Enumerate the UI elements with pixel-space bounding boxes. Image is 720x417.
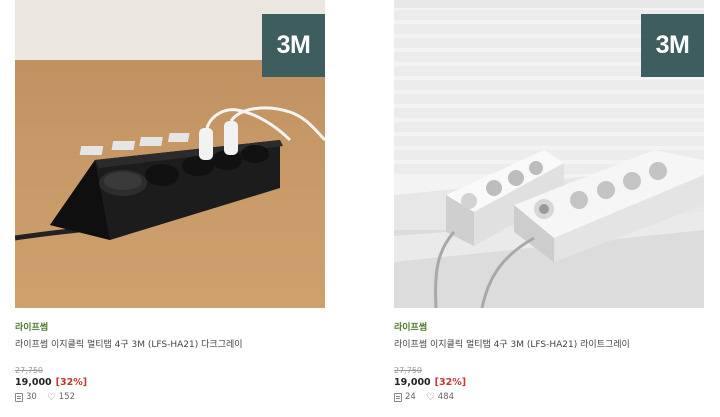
product-name[interactable]: 라이프썸 이지클릭 멀티탭 4구 3M (LFS-HA21) 라이트그레이 <box>394 339 704 351</box>
review-icon <box>15 393 23 402</box>
review-count: 30 <box>26 392 37 402</box>
heart-icon[interactable]: ♡ <box>47 392 56 403</box>
like-count: 484 <box>437 392 455 402</box>
discount-rate: [32%] <box>434 377 467 388</box>
product-card[interactable]: 3M 라이프썸 라이프썸 이지클릭 멀티탭 4구 3M (LFS-HA21) 라… <box>394 0 704 402</box>
product-name[interactable]: 라이프썸 이지클릭 멀티탭 4구 3M (LFS-HA21) 다크그레이 <box>15 339 325 351</box>
brand-name[interactable]: 라이프썸 <box>394 322 704 334</box>
discount-rate: [32%] <box>55 377 88 388</box>
product-stats: 30 ♡ 152 <box>15 392 325 403</box>
review-icon <box>394 393 402 402</box>
heart-icon[interactable]: ♡ <box>426 392 435 403</box>
product-grid: 3M 라이프썸 라이프썸 이지클릭 멀티탭 4구 3M (LFS-HA21) 다… <box>0 0 720 417</box>
product-card[interactable]: 3M 라이프썸 라이프썸 이지클릭 멀티탭 4구 3M (LFS-HA21) 다… <box>15 0 325 402</box>
product-image-dark-grey[interactable]: 3M <box>15 0 325 308</box>
product-info: 라이프썸 라이프썸 이지클릭 멀티탭 4구 3M (LFS-HA21) 다크그레… <box>15 322 325 403</box>
product-image-light-grey[interactable]: 3M <box>394 0 704 308</box>
original-price: 27,750 <box>15 366 43 375</box>
brand-name[interactable]: 라이프썸 <box>15 322 325 334</box>
product-info: 라이프썸 라이프썸 이지클릭 멀티탭 4구 3M (LFS-HA21) 라이트그… <box>394 322 704 403</box>
like-count: 152 <box>58 392 76 402</box>
length-badge: 3M <box>262 14 325 77</box>
sale-price: 19,000 <box>15 377 52 388</box>
review-count: 24 <box>405 392 416 402</box>
price-row: 19,000 [32%] <box>15 377 325 389</box>
length-badge: 3M <box>641 14 704 77</box>
original-price: 27,750 <box>394 366 422 375</box>
sale-price: 19,000 <box>394 377 431 388</box>
product-stats: 24 ♡ 484 <box>394 392 704 403</box>
price-row: 19,000 [32%] <box>394 377 704 389</box>
